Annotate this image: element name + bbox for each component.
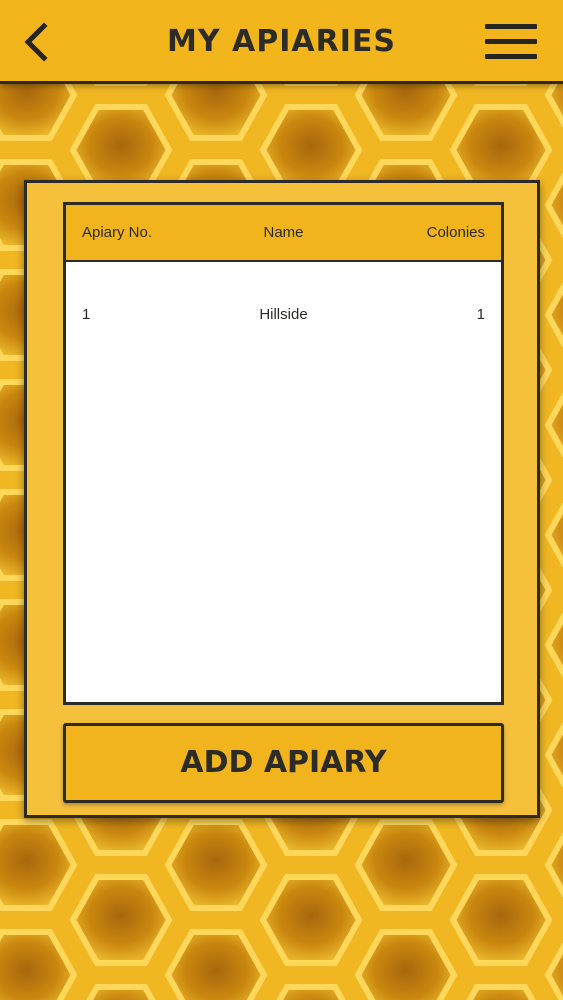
page-title: MY APIARIES: [167, 24, 396, 59]
app-header: MY APIARIES: [0, 0, 563, 84]
cell-colonies: 1: [476, 306, 485, 323]
back-button[interactable]: [18, 22, 58, 62]
table-header: Apiary No. Name Colonies: [66, 205, 501, 262]
add-apiary-button[interactable]: ADD APIARY: [63, 723, 504, 803]
cell-name: Hillside: [259, 306, 308, 323]
column-header-colonies: Colonies: [426, 224, 485, 241]
chevron-left-icon: [24, 22, 48, 62]
apiaries-table: Apiary No. Name Colonies 1 Hillside 1: [63, 202, 504, 705]
apiaries-panel: Apiary No. Name Colonies 1 Hillside 1 AD…: [24, 180, 540, 818]
table-row[interactable]: 1 Hillside 1: [66, 295, 501, 335]
hamburger-menu-button[interactable]: [485, 24, 537, 60]
